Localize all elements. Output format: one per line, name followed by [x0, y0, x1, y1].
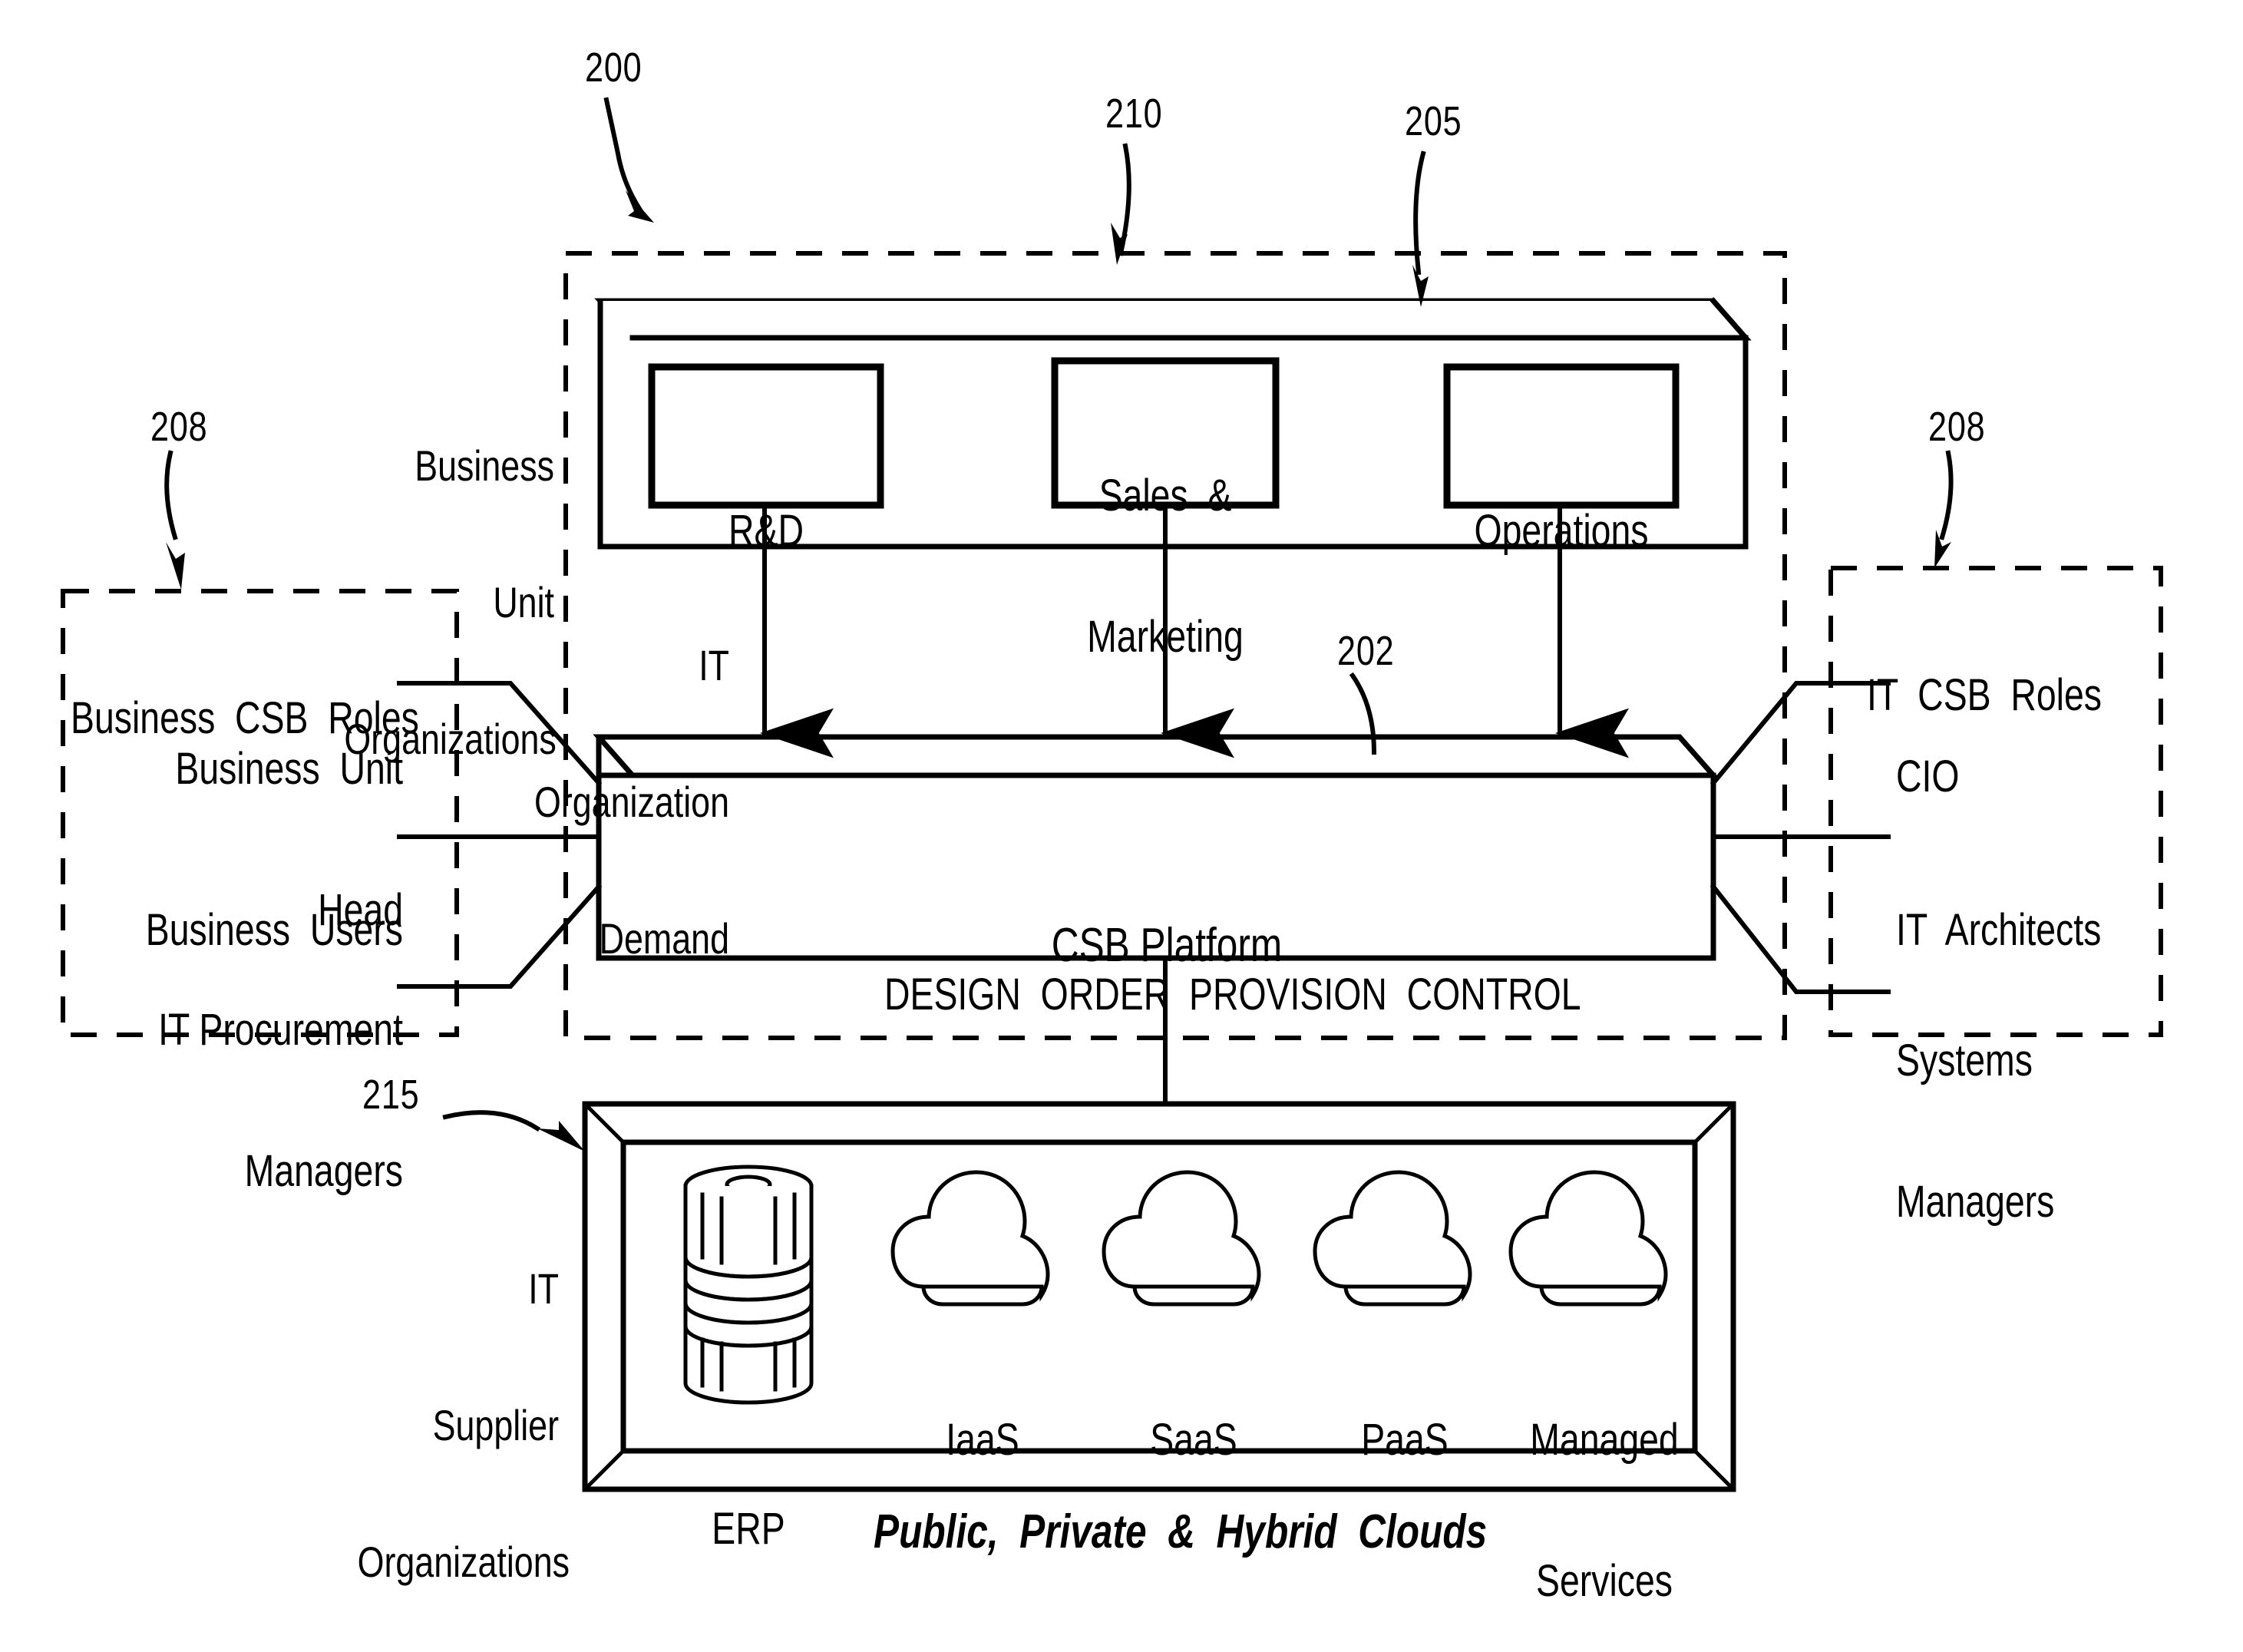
unit-label-rd: R&D: [728, 505, 804, 556]
leader-215: [442, 1110, 541, 1132]
csb-platform-functions: DESIGN ORDER PROVISION CONTROL: [884, 969, 1581, 1019]
leader-208-left-arrowhead: [166, 542, 185, 590]
connector-platform-to-sysmgrs: [1710, 883, 1891, 994]
leader-200-arrowhead: [626, 190, 654, 223]
database-cylinder-icon: [683, 1165, 814, 1405]
supplier-caption-clouds: Public, Private & Hybrid Clouds: [874, 1505, 1488, 1559]
label-it-organization-demand: IT Organization Demand: [533, 640, 729, 963]
leader-208-left: [164, 450, 178, 540]
supplier-label-erp: ERP: [712, 1503, 785, 1554]
leader-215-arrowhead: [537, 1121, 585, 1151]
ref-numeral-200: 200: [585, 45, 643, 91]
ref-numeral-210: 210: [1105, 91, 1163, 137]
label-it-supplier-organizations: IT Supplier Organizations: [357, 1264, 570, 1586]
ref-numeral-205: 205: [1405, 98, 1462, 144]
unit-label-operations: Operations: [1474, 505, 1649, 556]
leader-208-right: [1939, 450, 1954, 540]
patent-figure: 200 210 205 202 208 208 215 Business Uni…: [0, 0, 2243, 1605]
connector-platform-to-cio: [1710, 681, 1891, 787]
unit-label-sales-marketing: Sales & Marketing: [1087, 470, 1244, 662]
role-systems-managers[interactable]: Systems Managers: [1896, 943, 2203, 1273]
supplier-label-managed-services: Managed Services: [1530, 1414, 1679, 1607]
ref-numeral-208-left: 208: [150, 404, 208, 450]
csb-platform-top-face: [593, 734, 1719, 778]
leader-200: [603, 97, 645, 215]
ref-numeral-202: 202: [1337, 628, 1395, 674]
role-it-procurement-managers[interactable]: IT Procurement Managers: [77, 912, 403, 1242]
ref-numeral-208-right: 208: [1928, 404, 1986, 450]
